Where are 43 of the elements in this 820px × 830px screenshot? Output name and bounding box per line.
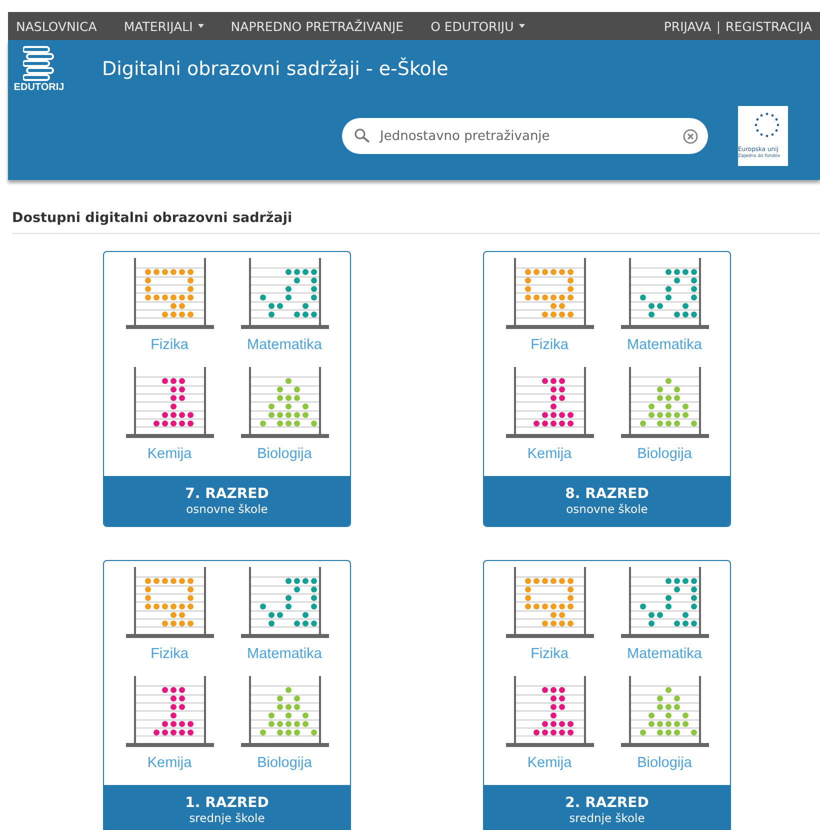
subject-link[interactable]: Matematika [247,337,322,353]
subject-link[interactable]: Kemija [147,755,192,771]
search-field[interactable]: Jednostavno pretraživanje [342,118,708,154]
school-type: srednje škole [569,811,645,825]
nav-link[interactable]: NASLOVNICA [16,18,97,34]
books-icon [23,46,55,82]
subject-link[interactable]: Biologija [637,446,692,462]
login-link[interactable]: PRIJAVA [664,18,712,34]
subject-link[interactable]: Fizika [150,337,188,353]
subject-link[interactable]: Biologija [637,755,692,771]
subject-link[interactable]: Fizika [530,337,568,353]
subject-link[interactable]: Matematika [627,337,702,353]
grade-card[interactable]: Fizika Matematika Kemija Biologija 7. RAZRED osnovne škole [103,251,351,527]
subject-link[interactable]: Fizika [530,646,568,662]
search-icon [354,128,370,144]
register-link[interactable]: REGISTRACIJA [726,18,812,34]
grade-card[interactable]: Fizika Matematika Kemija Biologija 2. RAZRED srednje škole [483,560,731,830]
grade-title: 1. RAZRED [185,795,269,811]
logo-text: EDUTORIJ [14,82,64,93]
subject-link[interactable]: Biologija [257,755,312,771]
eu-stars-icon [752,110,782,140]
subject-link[interactable]: Matematika [247,646,322,662]
subject-link[interactable]: Fizika [150,646,188,662]
nav-link[interactable]: NAPREDNO PRETRAŽIVANJE [230,18,404,34]
grade-title: 2. RAZRED [565,795,649,811]
nav-link[interactable]: O EDUTORIJU [430,18,525,34]
section-heading: Dostupni digitalni obrazovni sadržaji [12,210,820,234]
subject-link[interactable]: Kemija [527,755,572,771]
nav-link[interactable]: MATERIJALI [124,18,204,34]
subject-link[interactable]: Kemija [147,446,192,462]
grade-title: 8. RAZRED [565,486,649,502]
school-type: srednje škole [189,811,265,825]
school-type: osnovne škole [186,502,268,516]
subject-link[interactable]: Matematika [627,646,702,662]
grade-card[interactable]: Fizika Matematika Kemija Biologija 8. RAZRED osnovne škole [483,251,731,527]
page-title: Digitalni obrazovni sadržaji - e-Škole [102,58,450,80]
subject-link[interactable]: Kemija [527,446,572,462]
subject-link[interactable]: Biologija [257,446,312,462]
clear-icon[interactable] [683,128,698,144]
school-type: osnovne škole [566,502,648,516]
grade-title: 7. RAZRED [185,486,269,502]
separator: | [716,18,721,34]
grade-card[interactable]: Fizika Matematika Kemija Biologija 1. RAZRED srednje škole [103,560,351,830]
